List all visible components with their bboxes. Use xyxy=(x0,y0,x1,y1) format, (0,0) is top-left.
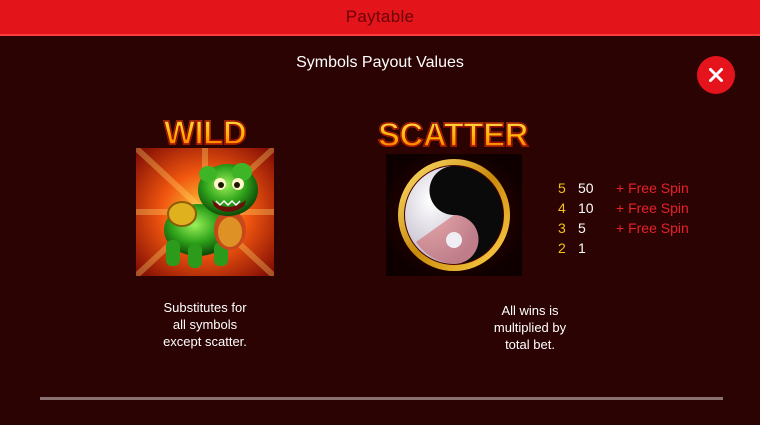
wild-description-line: Substitutes for xyxy=(163,300,247,315)
payout-row: 3 5 + Free Spin xyxy=(558,218,738,238)
scatter-payout-table: 5 50 + Free Spin 4 10 + Free Spin 3 5 + … xyxy=(558,178,738,258)
payout-count: 3 xyxy=(558,220,566,236)
scatter-description-line: total bet. xyxy=(505,337,555,352)
scatter-description-line: multiplied by xyxy=(493,320,567,335)
wild-description-line: except scatter. xyxy=(163,334,247,349)
header-bar: Paytable xyxy=(0,0,760,36)
payout-value: 5 xyxy=(578,220,586,236)
close-button[interactable] xyxy=(697,56,735,94)
payout-count: 4 xyxy=(558,200,566,216)
green-foo-dog-icon xyxy=(136,148,274,276)
scatter-title: SCATTER xyxy=(370,115,536,154)
wild-description: Substitutes for all symbols except scatt… xyxy=(125,299,285,350)
bottom-divider xyxy=(40,397,723,400)
payout-bonus: + Free Spin xyxy=(616,180,689,196)
wild-description-line: all symbols xyxy=(172,317,238,332)
payout-row: 4 10 + Free Spin xyxy=(558,198,738,218)
payout-count: 2 xyxy=(558,240,566,256)
payout-row: 5 50 + Free Spin xyxy=(558,178,738,198)
wild-title: WILD xyxy=(136,113,274,152)
payout-count: 5 xyxy=(558,180,566,196)
scatter-description-line: All wins is xyxy=(501,303,559,318)
payout-value: 1 xyxy=(578,240,586,256)
close-icon xyxy=(709,68,723,82)
paytable-screen: Paytable Symbols Payout Values WILD Subs… xyxy=(0,0,760,425)
page-title: Paytable xyxy=(345,7,415,26)
payout-bonus: + Free Spin xyxy=(616,200,689,216)
payout-value: 10 xyxy=(578,200,594,216)
payout-row: 2 1 xyxy=(558,238,738,258)
payout-bonus: + Free Spin xyxy=(616,220,689,236)
scatter-description: All wins is multiplied by total bet. xyxy=(450,302,610,353)
section-title: Symbols Payout Values xyxy=(296,54,464,71)
payout-value: 50 xyxy=(578,180,594,196)
yin-yang-icon xyxy=(386,154,522,276)
